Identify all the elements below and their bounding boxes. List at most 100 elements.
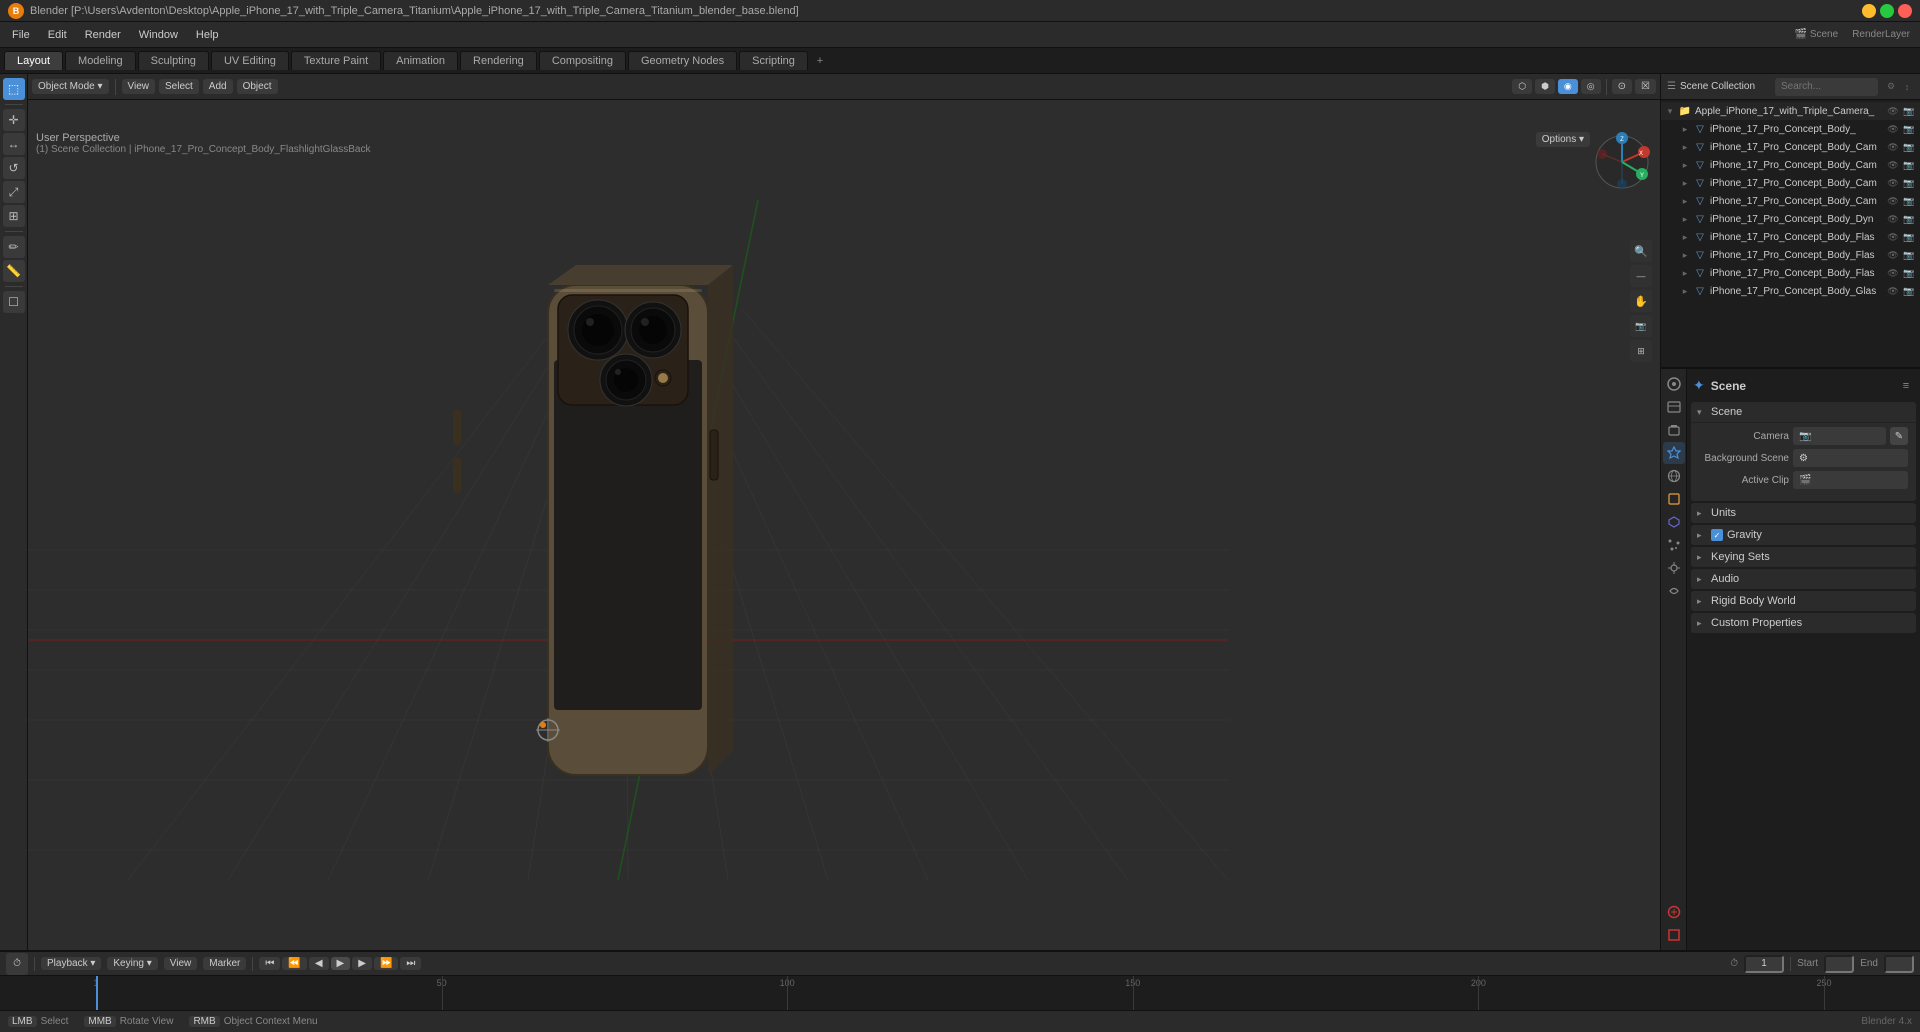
tab-uv-editing[interactable]: UV Editing xyxy=(211,51,289,70)
outliner-item[interactable]: ▸ ▽ iPhone_17_Pro_Concept_Body_Dyn 👁 📷 xyxy=(1661,210,1920,228)
step-forward-button[interactable]: ⏩ xyxy=(374,957,398,970)
viewport-shading-material[interactable]: ◉ xyxy=(1558,79,1578,94)
render-layer-selector[interactable]: RenderLayer xyxy=(1846,29,1916,40)
item-render-btn[interactable]: 📷 xyxy=(1902,284,1916,298)
zoom-out-button[interactable]: — xyxy=(1630,265,1652,287)
props-options-button[interactable]: ≡ xyxy=(1898,378,1914,394)
props-physics-icon[interactable] xyxy=(1663,557,1685,579)
minimize-button[interactable] xyxy=(1862,4,1876,18)
item-visibility-btn[interactable]: 👁 xyxy=(1886,194,1900,208)
units-section-header[interactable]: ▸ Units xyxy=(1691,503,1916,523)
item-render-btn[interactable]: 📷 xyxy=(1902,176,1916,190)
outliner-item[interactable]: ▸ ▽ iPhone_17_Pro_Concept_Body_Cam 👁 📷 xyxy=(1661,138,1920,156)
timeline-body[interactable]: 1 50 100 150 200 250 xyxy=(0,976,1920,1010)
item-visibility-btn[interactable]: 👁 xyxy=(1886,140,1900,154)
scale-tool-button[interactable]: ⤢ xyxy=(3,181,25,203)
custom-properties-section-header[interactable]: ▸ Custom Properties xyxy=(1691,613,1916,633)
tab-sculpting[interactable]: Sculpting xyxy=(138,51,209,70)
options-button[interactable]: Options ▾ xyxy=(1536,132,1590,147)
outliner-item[interactable]: ▸ ▽ iPhone_17_Pro_Concept_Body_Cam 👁 📷 xyxy=(1661,192,1920,210)
item-visibility-btn[interactable]: 👁 xyxy=(1886,158,1900,172)
scene-canvas[interactable]: User Perspective (1) Scene Collection | … xyxy=(28,100,1660,950)
props-particles-icon[interactable] xyxy=(1663,534,1685,556)
tab-compositing[interactable]: Compositing xyxy=(539,51,626,70)
view-menu[interactable]: View xyxy=(122,79,156,94)
camera-pick-btn[interactable]: ✎ xyxy=(1890,427,1908,445)
playback-menu[interactable]: Playback ▾ xyxy=(41,957,101,970)
zoom-in-button[interactable]: 🔍 xyxy=(1630,240,1652,262)
viewport-shading-wireframe[interactable]: ⬡ xyxy=(1512,79,1532,94)
scene-selector[interactable]: 🎬 Scene xyxy=(1789,29,1845,40)
add-menu[interactable]: Add xyxy=(203,79,233,94)
menu-help[interactable]: Help xyxy=(188,27,227,43)
item-visibility-btn[interactable]: 👁 xyxy=(1886,176,1900,190)
marker-menu[interactable]: Marker xyxy=(203,957,246,970)
props-object-icon[interactable] xyxy=(1663,488,1685,510)
props-modifier-icon[interactable] xyxy=(1663,511,1685,533)
timeline-playhead[interactable] xyxy=(96,976,98,1010)
active-clip-value[interactable]: 🎬 xyxy=(1793,471,1908,489)
next-frame-button[interactable]: ▶ xyxy=(352,957,372,970)
item-render-btn[interactable]: 📷 xyxy=(1902,248,1916,262)
item-render-btn[interactable]: 📷 xyxy=(1902,230,1916,244)
props-scene-icon[interactable] xyxy=(1663,442,1685,464)
tab-geometry-nodes[interactable]: Geometry Nodes xyxy=(628,51,737,70)
outliner-item[interactable]: ▸ ▽ iPhone_17_Pro_Concept_Body_Flas 👁 📷 xyxy=(1661,264,1920,282)
audio-section-header[interactable]: ▸ Audio xyxy=(1691,569,1916,589)
step-back-button[interactable]: ⏪ xyxy=(282,957,306,970)
item-render-btn[interactable]: 📷 xyxy=(1902,266,1916,280)
camera-value[interactable]: 📷 xyxy=(1793,427,1886,445)
item-render-btn[interactable]: 📷 xyxy=(1902,158,1916,172)
maximize-button[interactable] xyxy=(1880,4,1894,18)
props-render-icon[interactable] xyxy=(1663,373,1685,395)
outliner-search-input[interactable] xyxy=(1775,78,1878,96)
view-menu-tl[interactable]: View xyxy=(164,957,198,970)
item-render-btn[interactable]: 📷 xyxy=(1902,140,1916,154)
item-render-btn[interactable]: 📷 xyxy=(1902,212,1916,226)
outliner-item[interactable]: ▸ ▽ iPhone_17_Pro_Concept_Body_Glas 👁 📷 xyxy=(1661,282,1920,300)
mode-selector[interactable]: Object Mode ▾ xyxy=(32,79,109,94)
select-menu[interactable]: Select xyxy=(159,79,199,94)
outliner-item[interactable]: ▸ ▽ iPhone_17_Pro_Concept_Body_Flas 👁 📷 xyxy=(1661,228,1920,246)
rotate-tool-button[interactable]: ↺ xyxy=(3,157,25,179)
menu-render[interactable]: Render xyxy=(77,27,129,43)
tab-animation[interactable]: Animation xyxy=(383,51,458,70)
collection-render-btn[interactable]: 📷 xyxy=(1902,104,1916,118)
outliner-collection-row[interactable]: ▾ 📁 Apple_iPhone_17_with_Triple_Camera_ … xyxy=(1661,102,1920,120)
prev-frame-button[interactable]: ◀ xyxy=(309,957,329,970)
outliner-item[interactable]: ▸ ▽ iPhone_17_Pro_Concept_Body_ 👁 📷 xyxy=(1661,120,1920,138)
cursor-tool-button[interactable]: ✛ xyxy=(3,109,25,131)
background-scene-value[interactable]: ⚙ xyxy=(1793,449,1908,467)
viewport-shading-rendered[interactable]: ◎ xyxy=(1581,79,1601,94)
tab-modeling[interactable]: Modeling xyxy=(65,51,136,70)
props-render-result-icon[interactable] xyxy=(1663,901,1685,923)
outliner-filter-button[interactable]: ⚙ xyxy=(1884,80,1898,94)
viewport-shading-solid[interactable]: ⬢ xyxy=(1535,79,1555,94)
add-cube-button[interactable]: ☐ xyxy=(3,291,25,313)
timeline-icon[interactable]: ⏱ xyxy=(6,953,28,975)
viewport-3d[interactable]: Object Mode ▾ View Select Add Object ⬡ ⬢… xyxy=(28,74,1660,950)
item-visibility-btn[interactable]: 👁 xyxy=(1886,248,1900,262)
xray-toggle[interactable]: ☒ xyxy=(1635,79,1656,94)
menu-file[interactable]: File xyxy=(4,27,38,43)
end-frame-input[interactable]: 250 xyxy=(1884,955,1914,973)
frame-button[interactable]: ⊞ xyxy=(1630,340,1652,362)
item-render-btn[interactable]: 📷 xyxy=(1902,122,1916,136)
props-view-layer-icon[interactable] xyxy=(1663,419,1685,441)
current-frame-input[interactable] xyxy=(1744,955,1784,973)
props-world-icon[interactable] xyxy=(1663,465,1685,487)
rigid-body-world-section-header[interactable]: ▸ Rigid Body World xyxy=(1691,591,1916,611)
outliner-item[interactable]: ▸ ▽ iPhone_17_Pro_Concept_Body_Cam 👁 📷 xyxy=(1661,174,1920,192)
item-visibility-btn[interactable]: 👁 xyxy=(1886,230,1900,244)
outliner-sync-button[interactable]: ↕ xyxy=(1900,80,1914,94)
add-workspace-button[interactable]: + xyxy=(810,51,830,71)
jump-end-button[interactable]: ⏭ xyxy=(400,957,421,970)
transform-tool-button[interactable]: ⊞ xyxy=(3,205,25,227)
move-tool-button[interactable]: ↔ xyxy=(3,133,25,155)
measure-tool-button[interactable]: 📏 xyxy=(3,260,25,282)
scene-section-header[interactable]: ▾ Scene xyxy=(1691,402,1916,422)
props-output-icon[interactable] xyxy=(1663,396,1685,418)
menu-window[interactable]: Window xyxy=(131,27,186,43)
item-visibility-btn[interactable]: 👁 xyxy=(1886,284,1900,298)
gravity-checkbox[interactable]: ✓ xyxy=(1711,529,1723,541)
